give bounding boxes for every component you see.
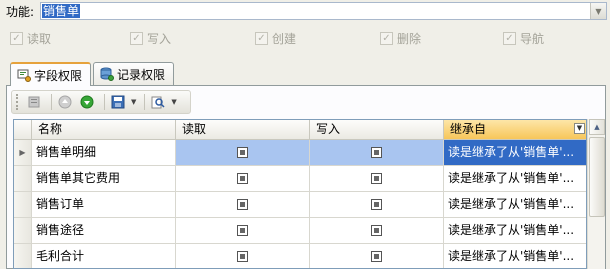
perm-create[interactable]: ✓ 创建 <box>255 30 296 47</box>
record-icon[interactable] <box>25 93 43 111</box>
record-permission-icon <box>100 67 115 81</box>
checkbox-icon[interactable] <box>371 251 382 262</box>
row-indicator-icon: ▶ <box>14 140 32 166</box>
perm-read[interactable]: ✓ 读取 <box>10 30 51 47</box>
checkbox-icon[interactable]: ✓ <box>503 32 516 45</box>
scroll-up-icon[interactable]: ▲ <box>589 119 605 135</box>
table-row[interactable]: 销售订单 读是继承了从'销售单'... <box>14 192 586 218</box>
cell-inherit[interactable]: 读是继承了从'销售单'... <box>444 192 586 218</box>
function-label: 功能: <box>6 5 35 19</box>
row-indicator <box>14 244 32 268</box>
table-row[interactable]: ▶ 销售单明细 读是继承了从'销售单'... <box>14 140 586 166</box>
cell-write[interactable] <box>310 244 444 268</box>
checkbox-icon[interactable]: ✓ <box>255 32 268 45</box>
filter-icon[interactable]: ▼ <box>574 123 585 134</box>
vertical-scrollbar[interactable]: ▲ <box>587 119 605 269</box>
cell-read[interactable] <box>176 218 310 244</box>
chevron-down-icon[interactable]: ▼ <box>131 98 136 106</box>
cell-read[interactable] <box>176 140 310 166</box>
checkbox-icon[interactable] <box>371 173 382 184</box>
row-indicator <box>14 166 32 192</box>
toolbar-grip[interactable] <box>16 94 19 110</box>
header-indicator <box>14 120 32 140</box>
cell-read[interactable] <box>176 244 310 268</box>
perm-delete[interactable]: ✓ 删除 <box>380 30 421 47</box>
checkbox-icon[interactable] <box>371 147 382 158</box>
checkbox-icon[interactable] <box>371 225 382 236</box>
field-permission-icon <box>17 68 31 82</box>
checkbox-icon[interactable]: ✓ <box>130 32 143 45</box>
checkbox-icon[interactable] <box>237 225 248 236</box>
find-icon[interactable] <box>149 93 167 111</box>
checkbox-icon[interactable] <box>237 147 248 158</box>
function-row: 功能: 销售单 ▼ <box>0 0 610 22</box>
cell-read[interactable] <box>176 166 310 192</box>
grid-header: 名称 读取 写入 继承自 ▼ <box>14 120 586 140</box>
move-down-icon[interactable] <box>78 93 96 111</box>
perm-navigate[interactable]: ✓ 导航 <box>503 30 544 47</box>
checkbox-icon[interactable]: ✓ <box>380 32 393 45</box>
save-icon[interactable] <box>109 93 127 111</box>
checkbox-icon[interactable] <box>237 251 248 262</box>
scrollbar-thumb[interactable] <box>589 137 605 217</box>
column-header-write[interactable]: 写入 <box>310 120 444 140</box>
table-row[interactable]: 销售途径 读是继承了从'销售单'... <box>14 218 586 244</box>
column-header-read[interactable]: 读取 <box>176 120 310 140</box>
tab-record-permissions[interactable]: 记录权限 <box>93 62 175 85</box>
column-header-name[interactable]: 名称 <box>32 120 176 140</box>
cell-name[interactable]: 销售单其它费用 <box>32 166 176 192</box>
cell-inherit[interactable]: 读是继承了从'销售单'... <box>444 218 586 244</box>
function-combo[interactable]: 销售单 ▼ <box>40 2 607 20</box>
chevron-down-icon[interactable]: ▼ <box>171 98 176 106</box>
grid-toolbar: ▼ ▼ <box>11 90 191 114</box>
cell-write[interactable] <box>310 218 444 244</box>
checkbox-icon[interactable] <box>237 173 248 184</box>
move-up-icon[interactable] <box>56 93 74 111</box>
tab-field-permissions[interactable]: 字段权限 <box>10 62 92 86</box>
toolbar-separator <box>144 94 146 110</box>
table-row[interactable]: 毛利合计 读是继承了从'销售单'... <box>14 244 586 268</box>
cell-write[interactable] <box>310 192 444 218</box>
table-row[interactable]: 销售单其它费用 读是继承了从'销售单'... <box>14 166 586 192</box>
checkbox-icon[interactable] <box>237 199 248 210</box>
cell-name[interactable]: 毛利合计 <box>32 244 176 268</box>
checkbox-icon[interactable] <box>371 199 382 210</box>
perm-write[interactable]: ✓ 写入 <box>130 30 171 47</box>
chevron-down-icon[interactable]: ▼ <box>590 3 606 19</box>
cell-name[interactable]: 销售订单 <box>32 192 176 218</box>
cell-read[interactable] <box>176 192 310 218</box>
cell-name[interactable]: 销售单明细 <box>32 140 176 166</box>
tab-panel: ▼ ▼ 名称 读取 写入 继承自 ▼ ▶ 销售单明细 读是继承了从'销售单'..… <box>6 85 606 269</box>
toolbar-separator <box>51 94 52 110</box>
cell-inherit[interactable]: 读是继承了从'销售单'... <box>444 140 586 166</box>
function-value: 销售单 <box>42 4 81 18</box>
cell-write[interactable] <box>310 166 444 192</box>
column-header-inherit[interactable]: 继承自 ▼ <box>444 120 586 140</box>
row-indicator <box>14 192 32 218</box>
field-permission-grid: 名称 读取 写入 继承自 ▼ ▶ 销售单明细 读是继承了从'销售单'... 销售… <box>13 119 587 269</box>
toolbar-separator <box>104 94 105 110</box>
cell-inherit[interactable]: 读是继承了从'销售单'... <box>444 166 586 192</box>
permission-tabs: 字段权限 记录权限 <box>10 62 176 86</box>
cell-name[interactable]: 销售途径 <box>32 218 176 244</box>
row-indicator <box>14 218 32 244</box>
permission-row: ✓ 读取 ✓ 写入 ✓ 创建 ✓ 删除 ✓ 导航 <box>0 30 610 52</box>
cell-write[interactable] <box>310 140 444 166</box>
cell-inherit[interactable]: 读是继承了从'销售单'... <box>444 244 586 268</box>
checkbox-icon[interactable]: ✓ <box>10 32 23 45</box>
